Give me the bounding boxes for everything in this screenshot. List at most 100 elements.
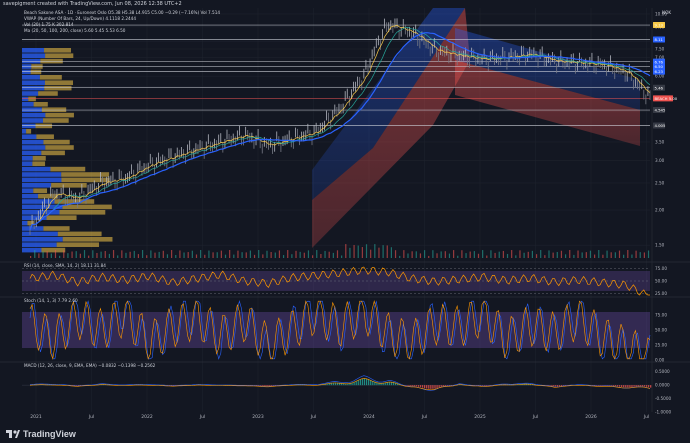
volume-bar <box>83 250 86 258</box>
macd-hist-bar <box>641 385 644 387</box>
macd-hist-bar <box>643 385 646 387</box>
profile-bar-up <box>22 166 51 172</box>
volume-bar <box>141 250 144 258</box>
channel-2023-lower <box>312 8 470 248</box>
volume-bar <box>461 250 463 258</box>
price-tick-label: 3.50 <box>655 139 665 144</box>
macd-hist-bar <box>484 385 486 386</box>
profile-bar-up <box>22 91 39 96</box>
volume-bar <box>274 252 276 258</box>
volume-bar <box>34 250 36 258</box>
volume-bar <box>548 250 550 258</box>
volume-bar <box>419 253 422 258</box>
volume-bar <box>195 254 198 258</box>
profile-bar-down <box>57 231 102 237</box>
x-tick-label: Jul <box>643 414 649 420</box>
profile-bar-up <box>22 112 46 118</box>
tradingview-chart: savepigment created with TradingView.com… <box>0 0 690 443</box>
volume-bar <box>457 255 459 258</box>
volume-bar <box>262 254 264 258</box>
macd-hist-bar <box>419 385 422 388</box>
profile-bar-up <box>22 156 33 161</box>
profile-bar-down <box>26 129 32 134</box>
volume-bar <box>378 247 380 258</box>
macd-hist-bar <box>413 385 415 387</box>
stoch-tick-label: 25.00 <box>655 343 667 348</box>
volume-bar <box>399 255 401 258</box>
profile-bar-down <box>41 150 65 156</box>
macd-hist-bar <box>75 385 77 386</box>
profile-bar-down <box>41 247 66 253</box>
profile-bar-down <box>43 139 70 145</box>
x-tick-label: 2026 <box>585 414 597 420</box>
volume-bar <box>171 250 173 258</box>
volume-bar <box>54 250 57 258</box>
volume-bar <box>324 250 326 258</box>
volume-bar <box>71 251 73 258</box>
profile-bar-up <box>22 220 28 226</box>
volume-bar <box>303 252 305 258</box>
volume-bar <box>332 252 334 258</box>
macd-hist-bar <box>623 385 625 388</box>
volume-bar <box>150 250 152 258</box>
macd-hist-bar <box>417 385 420 387</box>
profile-bar-up <box>22 183 52 188</box>
stoch-legend: Stoch (14, 1, 3) 7.79 2.60 <box>24 298 78 303</box>
volume-bar <box>237 250 239 258</box>
macd-hist-bar <box>355 381 357 386</box>
volume-bar <box>643 252 645 258</box>
macd-hist-bar <box>554 385 556 387</box>
volume-bar <box>606 250 608 258</box>
profile-bar-up <box>22 188 34 193</box>
macd-hist-bar <box>650 385 652 388</box>
volume-bar <box>618 250 621 258</box>
volume-bar <box>552 252 554 258</box>
profile-bar-down <box>43 118 69 123</box>
volume-bar <box>544 255 546 258</box>
price-tag-label: BEACH 5.00 <box>655 96 678 101</box>
volume-bar <box>556 251 558 258</box>
volume-bar <box>623 254 625 258</box>
volume-bar <box>38 253 40 258</box>
volume-bar <box>564 254 567 258</box>
macd-tick-label: -1.0000 <box>655 410 671 415</box>
volume-bar <box>295 250 297 258</box>
macd-hist-bar <box>598 385 600 386</box>
x-tick-label: 2025 <box>474 414 486 420</box>
chart-canvas[interactable]: 2021 Jul 2022 Jul 2023 Jul 2024 Jul 2025 Jul 2026 J… <box>0 0 690 443</box>
volume-bar <box>647 250 650 258</box>
volume-bar <box>614 252 616 258</box>
stoch-tick-label: 75.00 <box>655 313 667 318</box>
volume-bar <box>187 252 189 258</box>
macd-hist-bar <box>411 385 413 387</box>
volume-bar <box>394 250 397 258</box>
tradingview-logo[interactable]: TradingView <box>6 429 76 439</box>
volume-bar <box>432 250 434 258</box>
volume-bar <box>162 250 164 258</box>
volume-bar <box>183 252 185 258</box>
volume-bar <box>345 244 347 258</box>
profile-bar-down <box>33 102 48 107</box>
volume-bar <box>598 250 600 258</box>
volume-bar <box>569 250 571 258</box>
profile-bar-down <box>45 145 74 150</box>
profile-bar-down <box>41 107 67 112</box>
macd-tick-label: 0.5000 <box>655 369 670 374</box>
profile-bar-up <box>22 161 33 166</box>
volume-bar <box>63 250 65 258</box>
volume-bar <box>357 245 359 258</box>
volume-bar <box>527 251 529 258</box>
macd-hist-bar <box>438 385 440 388</box>
macd-hist-bar <box>610 385 612 386</box>
volume-bar <box>465 253 467 258</box>
macd-hist-bar <box>482 385 484 386</box>
macd-hist-bar <box>436 385 438 388</box>
macd-hist-bar <box>409 385 411 387</box>
macd-hist-bar <box>361 378 364 386</box>
profile-bar-down <box>50 166 86 172</box>
volume-bar <box>370 249 372 258</box>
volume-bar <box>365 244 368 258</box>
macd-hist-bar <box>367 379 370 386</box>
x-tick-label: Jul <box>199 414 205 420</box>
profile-bar-down <box>56 242 100 247</box>
